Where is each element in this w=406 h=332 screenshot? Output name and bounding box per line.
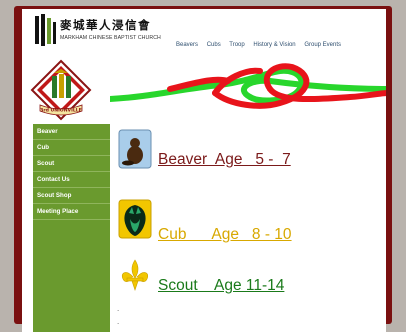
- church-logo[interactable]: 麥城華人浸信會 MARKHAM CHINESE BAPTIST CHURCH: [34, 14, 174, 54]
- fleur-de-lis-icon[interactable]: [118, 257, 152, 297]
- wolf-icon[interactable]: [118, 199, 152, 239]
- bullet-dot: .: [117, 305, 120, 313]
- cub-age-link[interactable]: Cub Age 8 - 10: [158, 226, 292, 244]
- top-nav-group-events[interactable]: Group Events: [304, 42, 341, 48]
- scout-group-crest-icon: 3rd UNIONVILLE: [30, 59, 92, 121]
- reef-knot-icon: [110, 63, 386, 109]
- top-nav-troop[interactable]: Troop: [229, 42, 244, 48]
- sidebar-item-beaver[interactable]: Beaver: [33, 124, 110, 140]
- scout-age-link[interactable]: Scout Age 11-14: [158, 277, 284, 295]
- logo-mark-icon: [35, 14, 56, 46]
- sidebar-item-meeting-place[interactable]: Meeting Place: [33, 204, 110, 220]
- top-nav-beavers[interactable]: Beavers: [176, 42, 198, 48]
- crest-banner-text: 3rd UNIONVILLE: [40, 108, 82, 114]
- section-links: Beaver Age 5 - 7 Cub Age 8 - 10 Scout Ag…: [117, 126, 378, 326]
- sidebar-item-scout[interactable]: Scout: [33, 156, 110, 172]
- sidebar-nav: Beaver Cub Scout Contact Us Scout Shop M…: [33, 124, 110, 332]
- page: 麥城華人浸信會 MARKHAM CHINESE BAPTIST CHURCH B…: [22, 9, 386, 332]
- church-name-english: MARKHAM CHINESE BAPTIST CHURCH: [60, 35, 161, 41]
- sidebar-item-scout-shop[interactable]: Scout Shop: [33, 188, 110, 204]
- top-nav-cubs[interactable]: Cubs: [207, 42, 221, 48]
- bullet-dot: .: [117, 318, 120, 326]
- sidebar-item-cub[interactable]: Cub: [33, 140, 110, 156]
- church-name-chinese: 麥城華人浸信會: [60, 18, 151, 32]
- top-nav-history-vision[interactable]: History & Vision: [253, 42, 295, 48]
- beaver-age-link[interactable]: Beaver Age 5 - 7: [158, 151, 291, 169]
- sidebar-item-contact-us[interactable]: Contact Us: [33, 172, 110, 188]
- beaver-icon[interactable]: [118, 129, 152, 169]
- top-nav: Beavers Cubs Troop History & Vision Grou…: [176, 42, 348, 52]
